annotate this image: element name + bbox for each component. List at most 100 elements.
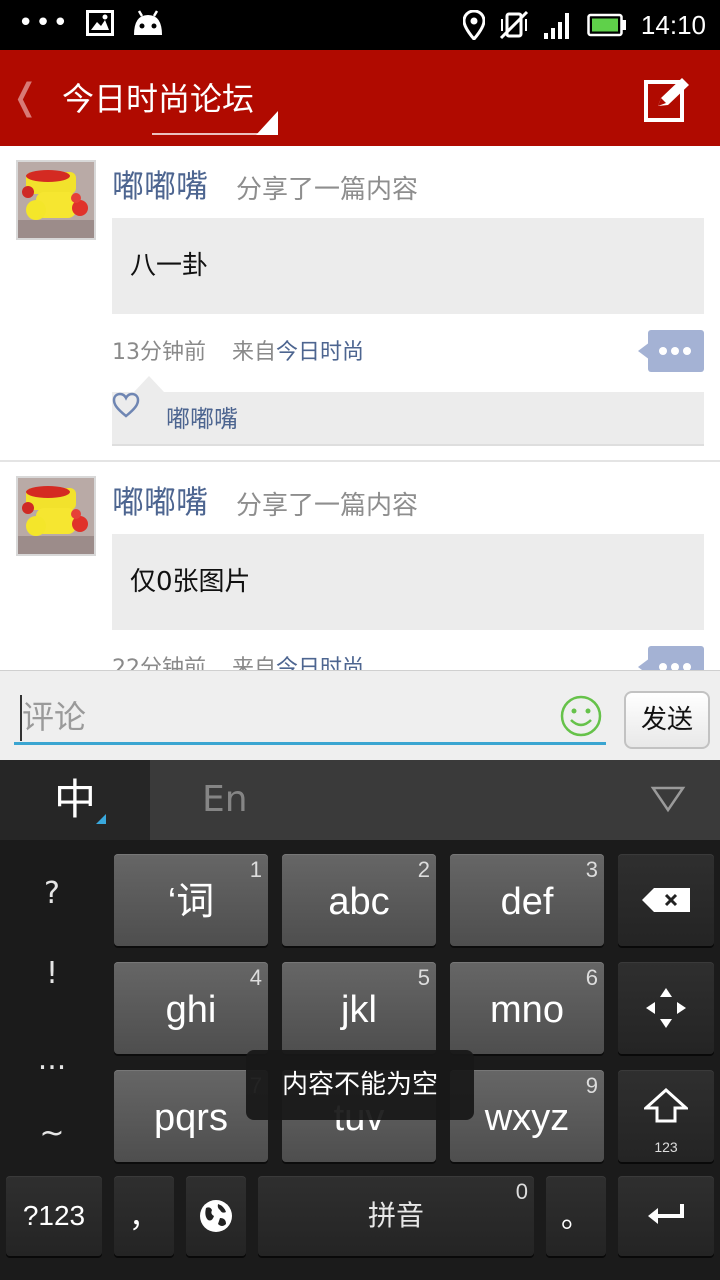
- post-author[interactable]: 嘟嘟嘴: [112, 482, 208, 522]
- more-options-button[interactable]: [638, 646, 704, 670]
- key-7[interactable]: pqrs 7: [114, 1070, 268, 1162]
- post-content-box[interactable]: 八一卦: [112, 218, 704, 314]
- avatar-image: [18, 162, 94, 238]
- comma-key[interactable]: ，: [114, 1176, 174, 1256]
- key-label: 拼音: [367, 1200, 424, 1231]
- like-bubble-notch: [134, 376, 164, 392]
- send-button[interactable]: 发送: [624, 691, 710, 749]
- post-feed[interactable]: 嘟嘟嘴 分享了一篇内容 八一卦 13分钟前 来自今日时尚 嘟嘟嘴 嘟嘟嘴 分享了…: [0, 146, 720, 670]
- period-key[interactable]: 。: [546, 1176, 606, 1256]
- key-number: 1: [249, 857, 262, 882]
- location-icon: [462, 10, 485, 40]
- key-3[interactable]: def 3: [450, 854, 604, 946]
- post-meta: 13分钟前 来自今日时尚: [112, 338, 364, 368]
- shift-key[interactable]: 123: [618, 1070, 714, 1162]
- key-5[interactable]: jkl 5: [282, 962, 436, 1054]
- key-6[interactable]: mno 6: [450, 962, 604, 1054]
- key-label: ghi: [165, 989, 217, 1031]
- status-bar: ••• 14:10: [0, 0, 720, 50]
- key-number: 2: [417, 857, 430, 882]
- symbol-exclamation-key[interactable]: !: [0, 954, 104, 994]
- ime-keyboard: 中 En ? ! ... ~ ‘词 1 abc 2 def 3 ghi 4 jk…: [0, 760, 720, 1280]
- app-header: ❬ 今日时尚论坛: [0, 50, 720, 146]
- symbol-question-key[interactable]: ?: [0, 874, 104, 914]
- symbol-ellipsis-key[interactable]: ...: [0, 1040, 104, 1080]
- image-notification-icon: [86, 10, 115, 36]
- key-label: jkl: [341, 989, 377, 1031]
- likes-section: 嘟嘟嘴: [112, 392, 704, 446]
- mode-indicator: [96, 814, 106, 824]
- enter-icon: [648, 1204, 684, 1224]
- post-time: 22分钟前: [112, 656, 206, 670]
- shift-sublabel: 123: [654, 1139, 678, 1155]
- heart-icon[interactable]: [112, 392, 140, 418]
- collapse-keyboard-icon[interactable]: [650, 784, 686, 814]
- post-author[interactable]: 嘟嘟嘴: [112, 166, 208, 206]
- post-action-text: 分享了一篇内容: [236, 175, 419, 205]
- key-label: 。: [561, 1201, 591, 1234]
- key-2[interactable]: abc 2: [282, 854, 436, 946]
- compose-icon[interactable]: [644, 76, 690, 122]
- post-action-text: 分享了一篇内容: [236, 491, 419, 521]
- text-cursor: [20, 695, 22, 741]
- liker-name[interactable]: 嘟嘟嘴: [166, 402, 238, 436]
- app-screen: ••• 14:10 ❬ 今日时尚论坛 嘟嘟嘴 分享了一篇内容 八一卦 13分钟前…: [0, 0, 720, 1280]
- key-number: 5: [417, 965, 430, 990]
- keyboard-mode-bar: 中 En: [0, 760, 720, 840]
- post-from-label: 来自: [232, 340, 277, 365]
- post-meta: 22分钟前 来自今日时尚: [112, 654, 364, 670]
- post-content-box[interactable]: 仅0张图片: [112, 534, 704, 630]
- globe-icon: [200, 1200, 232, 1232]
- avatar[interactable]: [16, 160, 96, 240]
- key-number: 4: [249, 965, 262, 990]
- post-source-link[interactable]: 今日时尚: [276, 340, 364, 365]
- space-key[interactable]: 拼音 0: [258, 1176, 534, 1256]
- cursor-arrows-icon: [646, 988, 686, 1028]
- more-options-button[interactable]: [638, 330, 704, 372]
- key-label: mno: [490, 989, 564, 1031]
- key-number: 3: [585, 857, 598, 882]
- key-label: ‘词: [167, 881, 215, 923]
- android-icon: [134, 10, 163, 35]
- mode-english-tab[interactable]: En: [202, 776, 248, 824]
- language-key[interactable]: [186, 1176, 246, 1256]
- back-button[interactable]: ❬: [10, 78, 40, 118]
- cursor-move-key[interactable]: [618, 962, 714, 1054]
- post-source-link[interactable]: 今日时尚: [276, 656, 364, 670]
- mute-vibrate-icon: [499, 10, 528, 40]
- post-time: 13分钟前: [112, 340, 206, 365]
- comment-input[interactable]: 评论: [14, 689, 606, 745]
- key-label: ，: [129, 1201, 159, 1234]
- key-4[interactable]: ghi 4: [114, 962, 268, 1054]
- comment-bar: 评论 发送: [0, 670, 720, 760]
- symbol-tilde-key[interactable]: ~: [0, 1114, 104, 1154]
- status-time: 14:10: [640, 10, 706, 40]
- emoji-icon[interactable]: [560, 695, 602, 737]
- key-label: def: [500, 881, 554, 923]
- post-from-label: 来自: [232, 656, 277, 670]
- post-content-text: 八一卦: [130, 251, 209, 281]
- key-1[interactable]: ‘词 1: [114, 854, 268, 946]
- post-card: 嘟嘟嘴 分享了一篇内容 仅0张图片 22分钟前 来自今日时尚: [0, 462, 720, 670]
- battery-icon: [587, 13, 626, 37]
- more-notifications-icon: •••: [18, 8, 71, 38]
- key-number: 0: [515, 1179, 528, 1204]
- key-label: pqrs: [154, 1097, 228, 1139]
- title-dropdown-indicator-icon[interactable]: [152, 106, 278, 136]
- backspace-key[interactable]: [618, 854, 714, 946]
- avatar[interactable]: [16, 476, 96, 556]
- key-label: abc: [328, 881, 390, 923]
- symbol-switch-key[interactable]: ?123: [6, 1176, 102, 1256]
- shift-icon: [644, 1088, 688, 1123]
- post-content-text: 仅0张图片: [130, 567, 251, 597]
- backspace-icon: [642, 888, 690, 912]
- avatar-image: [18, 478, 94, 554]
- key-label: ?123: [22, 1200, 86, 1231]
- key-number: 9: [585, 1073, 598, 1098]
- post-card: 嘟嘟嘴 分享了一篇内容 八一卦 13分钟前 来自今日时尚 嘟嘟嘴: [0, 146, 720, 462]
- mode-chinese-label: 中: [53, 775, 96, 824]
- enter-key[interactable]: [618, 1176, 714, 1256]
- toast-message: 内容不能为空: [246, 1050, 474, 1120]
- key-number: 6: [585, 965, 598, 990]
- mode-chinese-tab[interactable]: 中: [0, 760, 150, 840]
